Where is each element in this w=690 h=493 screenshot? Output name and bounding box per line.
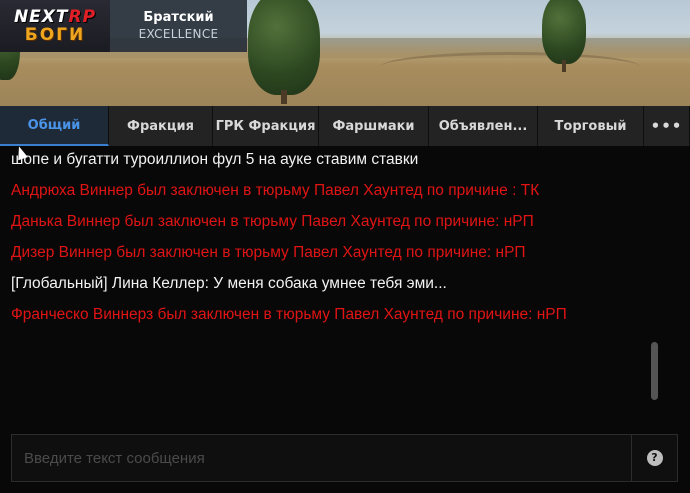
help-button[interactable]: ? bbox=[631, 435, 677, 481]
chat-message: Франческо Виннерз был заключен в тюрьму … bbox=[11, 306, 567, 323]
logo-text-rp: RP bbox=[68, 6, 97, 27]
chat-message-input[interactable] bbox=[12, 435, 631, 481]
server-name: Братский bbox=[143, 10, 214, 25]
chat-message-list[interactable]: шопе и бугатти туроиллион фул 5 на ауке … bbox=[11, 150, 641, 430]
chat-tabs: Общий Фракция ГРК Фракция Фаршмаки Объяв… bbox=[0, 106, 690, 146]
tab-grk-faction[interactable]: ГРК Фракция bbox=[213, 106, 319, 146]
chat-message: [Глобальный] Лина Келлер: У меня собака … bbox=[11, 275, 447, 292]
tab-farshmaki[interactable]: Фаршмаки bbox=[319, 106, 429, 146]
tab-faction[interactable]: Фракция bbox=[109, 106, 213, 146]
dirt-road bbox=[380, 52, 640, 82]
help-icon: ? bbox=[646, 450, 663, 466]
chat-panel: Общий Фракция ГРК Фракция Фаршмаки Объяв… bbox=[0, 106, 690, 493]
chat-message: Андрюха Виннер был заключен в тюрьму Пав… bbox=[11, 182, 540, 199]
more-icon[interactable]: ••• bbox=[644, 106, 690, 146]
chat-message: шопе и бугатти туроиллион фул 5 на ауке … bbox=[11, 151, 419, 168]
logo-text-next: NEXT bbox=[13, 6, 69, 27]
server-info: Братский EXCELLENCE bbox=[110, 0, 247, 52]
chat-scrollbar[interactable] bbox=[651, 342, 658, 400]
server-subtitle: EXCELLENCE bbox=[138, 27, 219, 41]
tab-general[interactable]: Общий bbox=[0, 106, 109, 146]
server-logo: NEXTRP БОГИ bbox=[0, 0, 110, 52]
tab-announcements[interactable]: Объявлен... bbox=[429, 106, 538, 146]
chat-message: Дизер Виннер был заключен в тюрьму Павел… bbox=[11, 244, 526, 261]
chat-message: Данька Виннер был заключен в тюрьму Паве… bbox=[11, 213, 534, 230]
chat-input-row: ? bbox=[11, 434, 678, 482]
server-badge: NEXTRP БОГИ Братский EXCELLENCE bbox=[0, 0, 247, 52]
tab-trade[interactable]: Торговый bbox=[538, 106, 644, 146]
logo-text-bogi: БОГИ bbox=[24, 24, 86, 45]
